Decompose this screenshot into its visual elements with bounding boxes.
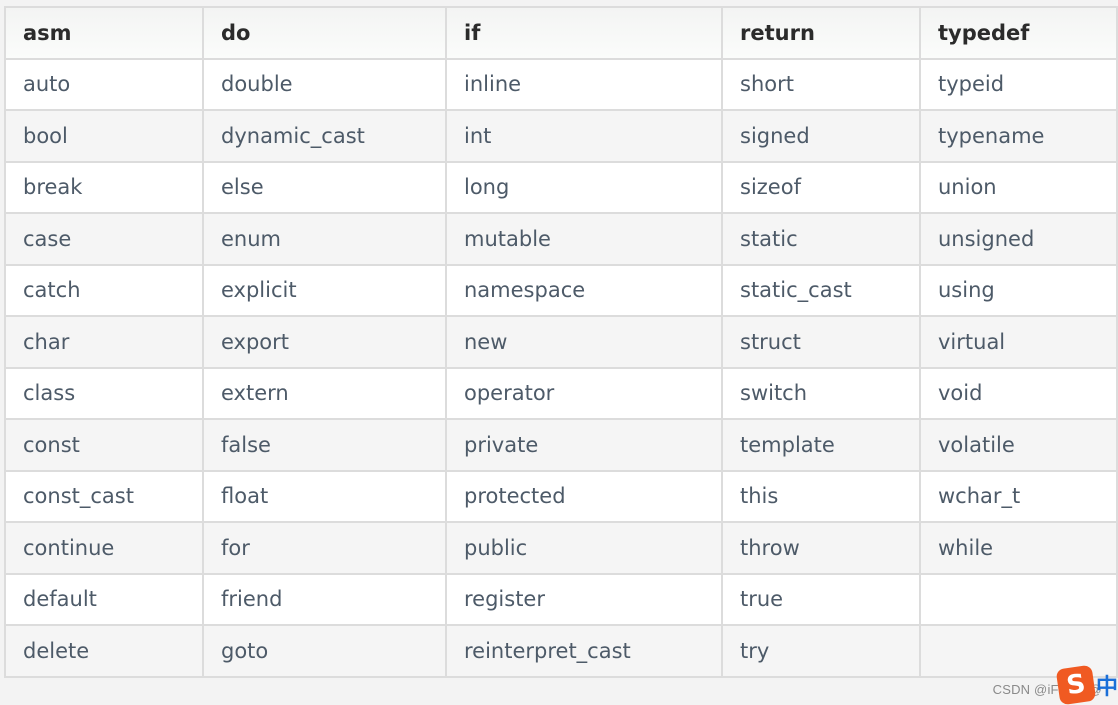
- table-row: default friend register true: [4, 572, 1118, 626]
- header-cell: do: [202, 6, 447, 60]
- keyword-cell: public: [445, 521, 723, 575]
- keyword-cell: int: [445, 109, 723, 163]
- table-row: catch explicit namespace static_cast using: [4, 263, 1118, 317]
- keyword-cell: union: [919, 160, 1118, 214]
- keyword-cell: unsigned: [919, 212, 1118, 266]
- keyword-cell: sizeof: [721, 160, 921, 214]
- header-cell: return: [721, 6, 921, 60]
- keyword-cell: bool: [4, 109, 204, 163]
- keyword-cell: double: [202, 57, 447, 111]
- table-row: auto double inline short typeid: [4, 57, 1118, 111]
- keyword-cell: switch: [721, 366, 921, 420]
- keyword-cell: float: [202, 469, 447, 523]
- keyword-cell: auto: [4, 57, 204, 111]
- keyword-cell: new: [445, 315, 723, 369]
- keyword-cell: false: [202, 418, 447, 472]
- keyword-cell: register: [445, 572, 723, 626]
- keyword-cell: void: [919, 366, 1118, 420]
- table-row: delete goto reinterpret_cast try: [4, 624, 1118, 678]
- sogou-logo-icon: S: [1055, 664, 1097, 705]
- keyword-cell: while: [919, 521, 1118, 575]
- table-body: auto double inline short typeid bool dynamic_c…: [4, 57, 1118, 678]
- keyword-cell: reinterpret_cast: [445, 624, 723, 678]
- keyword-cell: template: [721, 418, 921, 472]
- keyword-cell: long: [445, 160, 723, 214]
- table-row: case enum mutable static unsigned: [4, 212, 1118, 266]
- header-cell: if: [445, 6, 723, 60]
- table-row: break else long sizeof union: [4, 160, 1118, 214]
- table-row: continue for public throw while: [4, 521, 1118, 575]
- cpp-keywords-table: asm do if return typedef auto double inlin…: [4, 6, 1118, 678]
- keyword-cell: signed: [721, 109, 921, 163]
- keyword-cell: static_cast: [721, 263, 921, 317]
- table-row: const false private template volatile: [4, 418, 1118, 472]
- keyword-table-container: asm do if return typedef auto double inlin…: [4, 6, 1118, 678]
- keyword-cell: namespace: [445, 263, 723, 317]
- keyword-cell: typeid: [919, 57, 1118, 111]
- keyword-cell: typename: [919, 109, 1118, 163]
- keyword-cell: private: [445, 418, 723, 472]
- header-cell: asm: [4, 6, 204, 60]
- keyword-cell: wchar_t: [919, 469, 1118, 523]
- keyword-cell: catch: [4, 263, 204, 317]
- table-row: char export new struct virtual: [4, 315, 1118, 369]
- keyword-cell: static: [721, 212, 921, 266]
- keyword-cell: delete: [4, 624, 204, 678]
- keyword-cell: for: [202, 521, 447, 575]
- keyword-cell: export: [202, 315, 447, 369]
- keyword-cell: dynamic_cast: [202, 109, 447, 163]
- header-cell: typedef: [919, 6, 1118, 60]
- keyword-cell: default: [4, 572, 204, 626]
- keyword-cell: break: [4, 160, 204, 214]
- keyword-cell: friend: [202, 572, 447, 626]
- table-row: const_cast float protected this wchar_t: [4, 469, 1118, 523]
- keyword-cell: throw: [721, 521, 921, 575]
- keyword-cell: continue: [4, 521, 204, 575]
- keyword-cell: inline: [445, 57, 723, 111]
- keyword-cell: mutable: [445, 212, 723, 266]
- ime-indicator[interactable]: S 中: [1055, 664, 1118, 705]
- table-row: bool dynamic_cast int signed typename: [4, 109, 1118, 163]
- table-header-row: asm do if return typedef: [4, 6, 1118, 60]
- keyword-cell: [919, 572, 1118, 626]
- keyword-cell: goto: [202, 624, 447, 678]
- keyword-cell: extern: [202, 366, 447, 420]
- ime-mode-label[interactable]: 中: [1096, 669, 1118, 701]
- keyword-cell: char: [4, 315, 204, 369]
- keyword-cell: short: [721, 57, 921, 111]
- keyword-cell: enum: [202, 212, 447, 266]
- keyword-cell: using: [919, 263, 1118, 317]
- keyword-cell: const_cast: [4, 469, 204, 523]
- keyword-cell: try: [721, 624, 921, 678]
- keyword-cell: class: [4, 366, 204, 420]
- keyword-cell: else: [202, 160, 447, 214]
- keyword-cell: explicit: [202, 263, 447, 317]
- keyword-cell: operator: [445, 366, 723, 420]
- keyword-cell: this: [721, 469, 921, 523]
- keyword-cell: protected: [445, 469, 723, 523]
- keyword-cell: case: [4, 212, 204, 266]
- keyword-cell: virtual: [919, 315, 1118, 369]
- keyword-cell: const: [4, 418, 204, 472]
- keyword-cell: true: [721, 572, 921, 626]
- keyword-cell: volatile: [919, 418, 1118, 472]
- table-row: class extern operator switch void: [4, 366, 1118, 420]
- keyword-cell: struct: [721, 315, 921, 369]
